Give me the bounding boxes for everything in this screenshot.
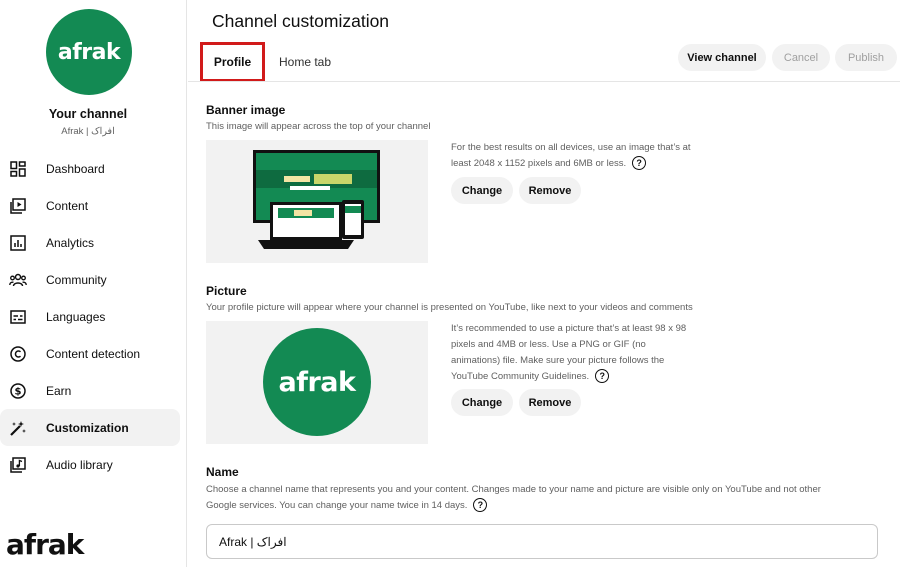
profile-picture: afrak (263, 328, 371, 436)
banner-title: Banner image (206, 103, 286, 117)
languages-icon (9, 308, 27, 326)
profile-picture-logo: afrak (278, 366, 356, 398)
picture-preview: afrak (206, 321, 428, 444)
audio-library-icon (9, 456, 27, 474)
tab-bar: Profile Home tab (200, 42, 331, 82)
banner-info-line2: least 2048 x 1152 pixels and 6MB or less… (451, 158, 627, 169)
publish-button[interactable]: Publish (835, 44, 897, 71)
svg-text:$: $ (15, 386, 22, 397)
sidebar-item-customization[interactable]: Customization (0, 409, 180, 446)
sidebar-item-analytics[interactable]: Analytics (0, 224, 180, 261)
view-channel-button[interactable]: View channel (678, 44, 766, 71)
picture-title: Picture (206, 284, 247, 298)
page-title: Channel customization (212, 11, 390, 31)
brand-logo: afrak (6, 528, 84, 561)
sidebar-item-content[interactable]: Content (0, 187, 180, 224)
name-title: Name (206, 465, 239, 479)
name-description-line2-row: Google services. You can change your nam… (206, 498, 866, 514)
earn-icon: $ (9, 382, 27, 400)
picture-info-line1: It’s recommended to use a picture that’s… (451, 323, 687, 334)
banner-info-line2-row: least 2048 x 1152 pixels and 6MB or less… (451, 156, 691, 172)
community-icon (9, 271, 27, 289)
sidebar-item-label: Content detection (46, 346, 141, 361)
picture-info-line3: animations) file. Make sure your picture… (451, 355, 665, 366)
tab-profile[interactable]: Profile (200, 42, 265, 82)
help-icon[interactable]: ? (595, 369, 610, 384)
dashboard-icon (9, 160, 27, 178)
sidebar-item-dashboard[interactable]: Dashboard (0, 150, 180, 187)
name-description: Choose a channel name that represents yo… (206, 482, 866, 514)
sidebar-item-label: Analytics (46, 235, 95, 250)
content-detection-icon (9, 345, 27, 363)
analytics-icon (9, 234, 27, 252)
content-icon (9, 197, 27, 215)
sidebar-nav: Dashboard Content Analytics Community La… (0, 150, 180, 483)
picture-info-line2: pixels and 4MB or less. Use a PNG or GIF… (451, 339, 646, 350)
cancel-button[interactable]: Cancel (772, 44, 830, 71)
sidebar-item-label: Customization (46, 420, 129, 435)
sidebar-item-community[interactable]: Community (0, 261, 180, 298)
banner-info-line1: For the best results on all devices, use… (451, 142, 691, 153)
banner-change-button[interactable]: Change (451, 177, 513, 204)
picture-description: Your profile picture will appear where y… (206, 302, 693, 313)
sidebar-item-label: Earn (46, 383, 72, 398)
banner-preview (206, 140, 428, 263)
name-description-line1: Choose a channel name that represents yo… (206, 484, 821, 495)
sidebar-item-earn[interactable]: $ Earn (0, 372, 180, 409)
sidebar-item-content-detection[interactable]: Content detection (0, 335, 180, 372)
tabs-divider (188, 81, 900, 82)
sidebar-item-label: Content (46, 198, 89, 213)
picture-info-line4[interactable]: YouTube Community Guidelines. (451, 371, 589, 382)
picture-info-line4-row: YouTube Community Guidelines.? (451, 369, 686, 385)
channel-name-input[interactable] (206, 524, 878, 559)
avatar-logo: afrak (57, 39, 121, 65)
name-description-line2: Google services. You can change your nam… (206, 500, 468, 511)
channel-handle: Afrak | افراک (61, 126, 115, 137)
sidebar-item-label: Audio library (46, 457, 113, 472)
picture-remove-button[interactable]: Remove (519, 389, 581, 416)
help-icon[interactable]: ? (473, 498, 488, 513)
sidebar: afrak Your channel Afrak | افراک Dashboa… (0, 0, 187, 567)
channel-avatar[interactable]: afrak (46, 9, 132, 95)
picture-info: It’s recommended to use a picture that’s… (451, 321, 686, 385)
sidebar-item-label: Dashboard (46, 161, 105, 176)
customization-icon (9, 419, 27, 437)
sidebar-item-label: Languages (46, 309, 106, 324)
picture-change-button[interactable]: Change (451, 389, 513, 416)
tab-home[interactable]: Home tab (279, 42, 331, 82)
sidebar-item-label: Community (46, 272, 107, 287)
banner-remove-button[interactable]: Remove (519, 177, 581, 204)
banner-info: For the best results on all devices, use… (451, 140, 691, 172)
banner-devices-illustration (253, 150, 380, 249)
sidebar-item-languages[interactable]: Languages (0, 298, 180, 335)
banner-description: This image will appear across the top of… (206, 121, 431, 132)
sidebar-item-audio-library[interactable]: Audio library (0, 446, 180, 483)
help-icon[interactable]: ? (632, 156, 647, 171)
your-channel-label: Your channel (48, 107, 128, 121)
